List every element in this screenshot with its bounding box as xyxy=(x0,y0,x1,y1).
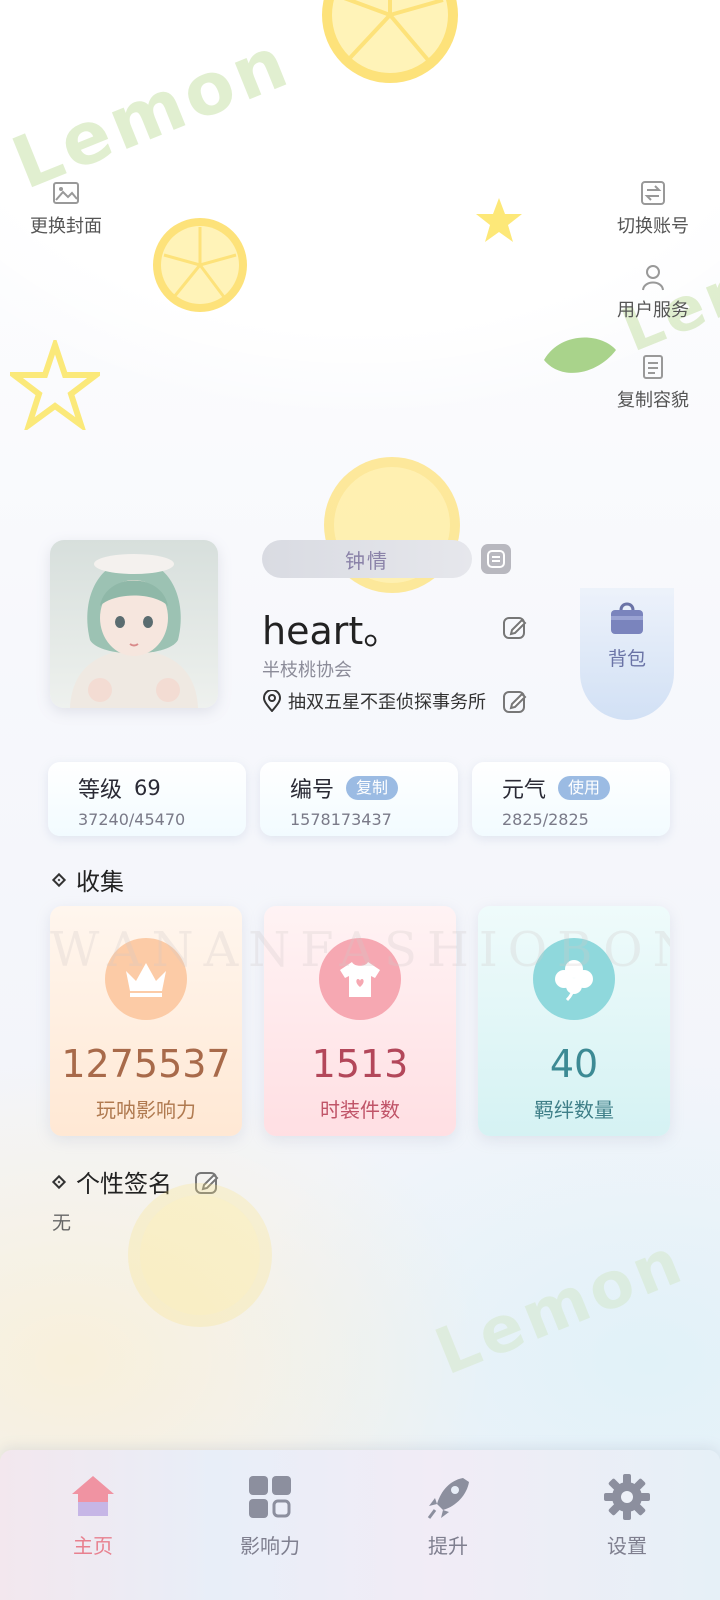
switch-icon xyxy=(638,178,668,208)
collection-watermark: WANANFASHIOBOND xyxy=(50,922,670,978)
diamond-icon xyxy=(51,1174,67,1189)
influence-value: 1275537 xyxy=(61,1042,231,1086)
signature-header: 个性签名 xyxy=(51,1164,220,1199)
diamond-icon xyxy=(51,872,67,887)
use-energy-button[interactable]: 使用 xyxy=(558,776,611,800)
edit-location-icon[interactable] xyxy=(502,688,528,714)
nav-upgrade[interactable]: 提升 xyxy=(378,1472,518,1559)
change-cover-label: 更换封面 xyxy=(30,216,102,237)
bonds-label: 羁绊数量 xyxy=(534,1098,614,1122)
switch-title-button[interactable] xyxy=(481,544,511,574)
user-service-label: 用户服务 xyxy=(617,300,689,321)
swap-icon xyxy=(487,550,505,568)
location-pin-icon xyxy=(262,690,282,712)
nav-settings[interactable]: 设置 xyxy=(557,1472,697,1559)
location-text: 抽双五星不歪侦探事务所 xyxy=(288,692,486,713)
nav-influence[interactable]: 影响力 xyxy=(200,1472,340,1559)
id-label: 编号 xyxy=(290,778,335,803)
level-label: 等级 xyxy=(78,778,123,803)
switch-account-button[interactable]: 切换账号 xyxy=(617,178,689,238)
location[interactable]: 抽双五星不歪侦探事务所 xyxy=(262,688,486,714)
signature-title: 个性签名 xyxy=(76,1170,172,1198)
bag-label: 背包 xyxy=(607,648,646,670)
energy-value: 2825/2825 xyxy=(502,810,589,829)
gear-icon xyxy=(604,1474,650,1520)
energy-card: 元气 使用 2825/2825 xyxy=(472,762,670,836)
edit-username-icon[interactable] xyxy=(502,614,528,640)
user-service-button[interactable]: 用户服务 xyxy=(617,262,689,322)
level-progress: 37240/45470 xyxy=(78,810,186,829)
id-value: 1578173437 xyxy=(290,810,392,829)
bag-button[interactable]: 背包 xyxy=(580,588,674,720)
level-card: 等级 69 37240/45470 xyxy=(48,762,246,836)
copy-icon xyxy=(638,352,668,382)
change-cover-button[interactable]: 更换封面 xyxy=(30,178,102,238)
collection-header: 收集 xyxy=(51,862,124,897)
username: heart。 xyxy=(262,609,402,653)
nav-home-label: 主页 xyxy=(73,1534,113,1558)
bag-icon xyxy=(611,602,643,634)
guild-name[interactable]: 半枝桃协会 xyxy=(262,656,352,682)
avatar[interactable] xyxy=(50,540,218,708)
collection-title: 收集 xyxy=(76,868,124,896)
nav-home[interactable]: 主页 xyxy=(23,1472,163,1559)
copy-id-button[interactable]: 复制 xyxy=(346,776,399,800)
id-card: 编号 复制 1578173437 xyxy=(260,762,458,836)
grid-icon xyxy=(249,1476,291,1518)
avatar-illustration xyxy=(70,554,198,708)
copy-appearance-button[interactable]: 复制容貌 xyxy=(617,352,689,412)
image-icon xyxy=(51,178,81,208)
bottom-navigation: 主页 影响力 提升 设置 xyxy=(0,1450,720,1600)
switch-account-label: 切换账号 xyxy=(617,216,689,237)
user-icon xyxy=(638,262,668,292)
outfits-label: 时装件数 xyxy=(320,1098,400,1122)
nav-settings-label: 设置 xyxy=(607,1534,647,1558)
energy-label: 元气 xyxy=(502,778,547,803)
title-badge[interactable]: 钟情 xyxy=(262,540,472,578)
nav-influence-label: 影响力 xyxy=(240,1534,300,1558)
level-value: 69 xyxy=(134,776,161,800)
copy-appearance-label: 复制容貌 xyxy=(617,390,689,411)
influence-label: 玩呐影响力 xyxy=(96,1098,196,1122)
edit-signature-icon[interactable] xyxy=(194,1169,220,1195)
home-icon xyxy=(72,1476,114,1516)
rocket-icon xyxy=(427,1478,469,1519)
bonds-value: 40 xyxy=(549,1042,599,1086)
outfits-value: 1513 xyxy=(311,1042,409,1086)
signature-value: 无 xyxy=(52,1212,72,1234)
nav-upgrade-label: 提升 xyxy=(428,1534,468,1558)
